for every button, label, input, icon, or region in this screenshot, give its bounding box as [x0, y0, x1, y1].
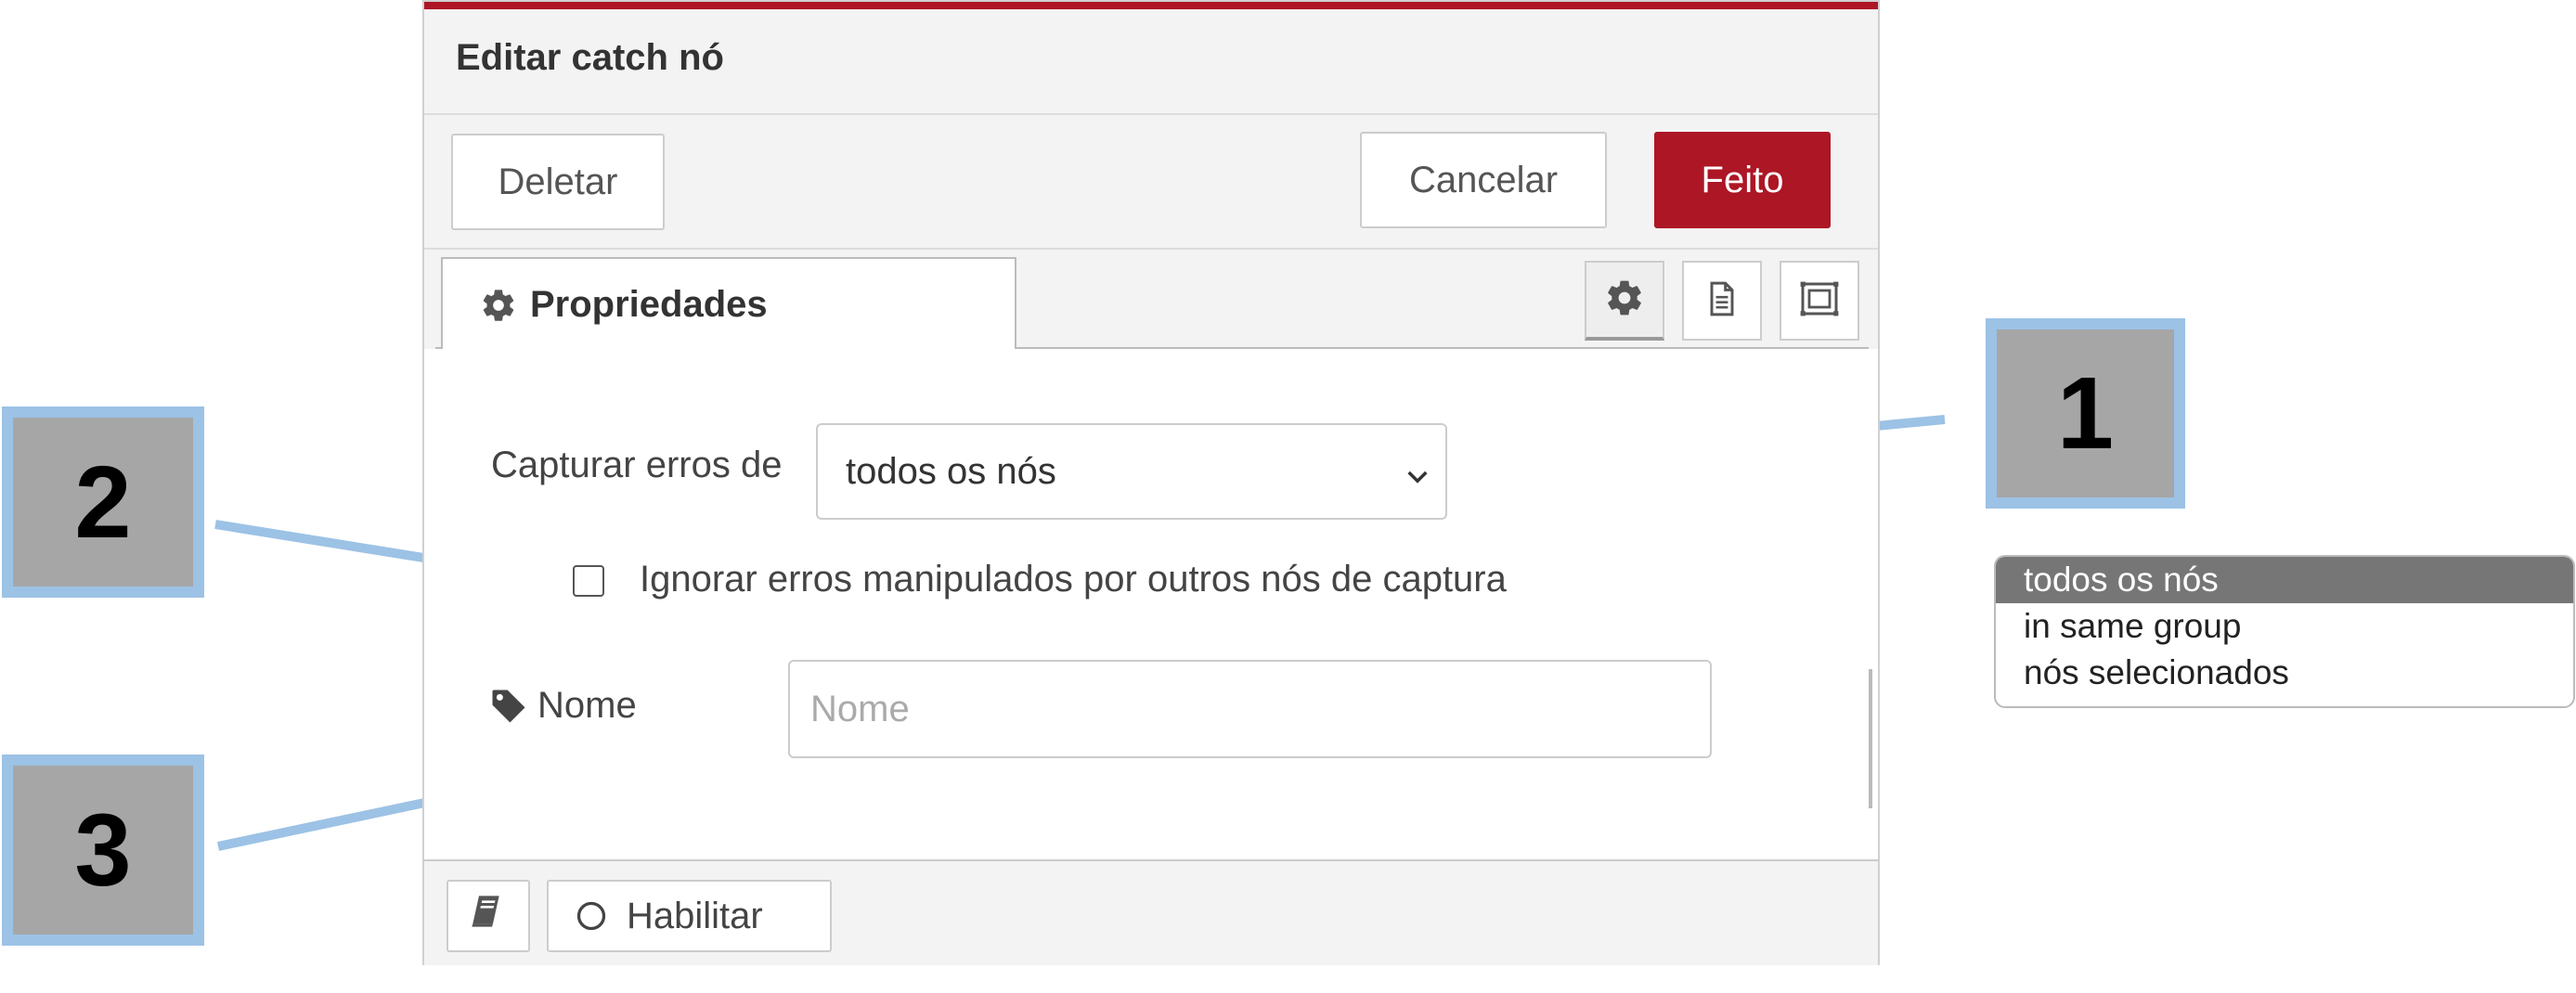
- scope-select[interactable]: todos os nós: [816, 423, 1447, 520]
- ignore-handled-errors-checkbox[interactable]: [573, 565, 604, 597]
- dropdown-option-all-nodes[interactable]: todos os nós: [1996, 557, 2573, 603]
- tab-bar: Propriedades: [424, 250, 1878, 351]
- form-scrollbar[interactable]: [1869, 669, 1872, 808]
- callout-1: 1: [1986, 318, 2185, 509]
- dialog-title: Editar catch nó: [456, 37, 724, 78]
- dialog-toolbar: Deletar Cancelar Feito: [424, 115, 1878, 250]
- ignore-handled-errors-label: Ignorar erros manipulados por outros nós…: [640, 559, 1507, 600]
- tab-properties[interactable]: Propriedades: [441, 257, 1016, 351]
- tag-icon: [489, 687, 528, 730]
- scope-select-value: todos os nós: [846, 450, 1056, 492]
- dropdown-option-selected-nodes[interactable]: nós selecionados: [1996, 650, 2573, 696]
- name-input[interactable]: Nome: [788, 660, 1712, 758]
- document-icon: [1702, 278, 1742, 324]
- callout-2: 2: [2, 406, 204, 598]
- name-label: Nome: [537, 685, 637, 726]
- dialog-footer: Habilitar: [424, 859, 1878, 965]
- description-tab-button[interactable]: [1682, 261, 1762, 341]
- properties-tab-button[interactable]: [1585, 261, 1664, 341]
- enable-toggle-button[interactable]: Habilitar: [547, 880, 832, 952]
- node-help-button[interactable]: [447, 880, 530, 952]
- delete-button[interactable]: Deletar: [451, 134, 665, 230]
- dropdown-option-same-group[interactable]: in same group: [1996, 603, 2573, 650]
- tab-properties-label: Propriedades: [530, 284, 768, 325]
- callout-3: 3: [2, 754, 204, 946]
- enable-label: Habilitar: [627, 895, 763, 936]
- cancel-button[interactable]: Cancelar: [1360, 132, 1607, 228]
- appearance-tab-button[interactable]: [1780, 261, 1859, 341]
- frame-icon: [1797, 277, 1842, 326]
- properties-form: Capturar erros de todos os nós Ignorar e…: [424, 349, 1878, 859]
- done-button[interactable]: Feito: [1654, 132, 1831, 228]
- book-icon: [470, 893, 507, 939]
- gear-icon: [480, 287, 517, 324]
- dialog-header: Editar catch nó: [424, 9, 1878, 115]
- gear-icon: [1604, 277, 1645, 323]
- scope-label: Capturar erros de: [491, 445, 783, 485]
- name-input-placeholder: Nome: [810, 688, 910, 729]
- edit-dialog: Editar catch nó Deletar Cancelar Feito P…: [422, 0, 1880, 965]
- dialog-accent-bar: [424, 2, 1878, 9]
- chevron-down-icon: [1403, 458, 1432, 500]
- scope-dropdown-list: todos os nós in same group nós seleciona…: [1994, 555, 2575, 708]
- circle-icon: [575, 899, 608, 933]
